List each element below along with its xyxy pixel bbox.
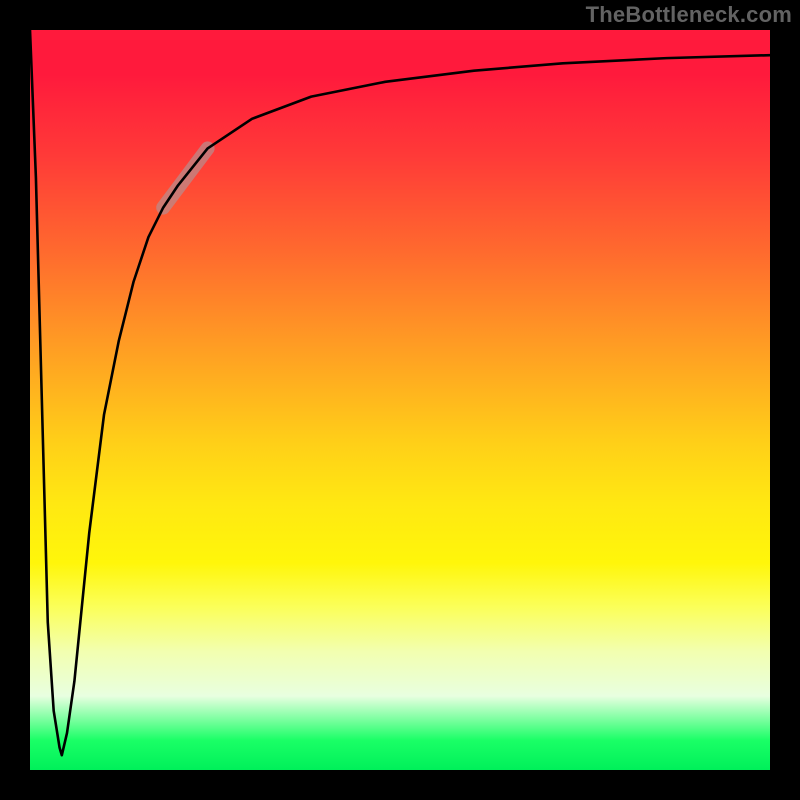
attribution-label: TheBottleneck.com <box>586 2 792 28</box>
curve-svg <box>30 30 770 770</box>
chart-container: TheBottleneck.com <box>0 0 800 800</box>
plot-area <box>30 30 770 770</box>
curve-path <box>30 30 770 755</box>
